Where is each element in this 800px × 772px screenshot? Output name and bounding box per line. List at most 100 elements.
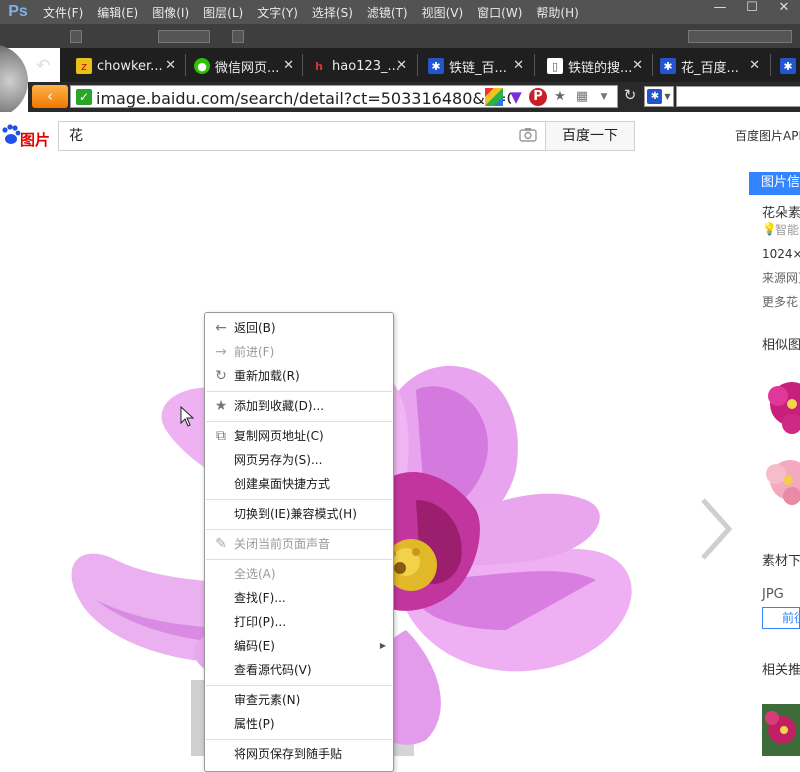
close-icon[interactable]: ✕ bbox=[165, 58, 176, 73]
menu-item-print[interactable]: 打印(P)... bbox=[205, 610, 393, 634]
page-icon: ▯ bbox=[547, 58, 563, 74]
tab-divider bbox=[770, 54, 771, 76]
menu-item-view-source[interactable]: 查看源代码(V) bbox=[205, 658, 393, 682]
camera-icon[interactable] bbox=[519, 127, 539, 143]
close-button[interactable]: ✕ bbox=[768, 0, 800, 18]
close-icon[interactable]: ✕ bbox=[632, 58, 643, 73]
menu-help[interactable]: 帮助(H) bbox=[529, 4, 585, 21]
browser-tab-strip: z chowker... ✕ ● 微信网页... ✕ h hao123_... … bbox=[60, 48, 800, 82]
menu-image[interactable]: 图像(I) bbox=[145, 4, 196, 21]
option-dropdown[interactable] bbox=[158, 30, 210, 43]
close-icon[interactable]: ✕ bbox=[749, 58, 760, 73]
menu-view[interactable]: 视图(V) bbox=[415, 4, 471, 21]
menu-filter[interactable]: 滤镜(T) bbox=[360, 4, 415, 21]
menu-item-save-to-notes[interactable]: 将网页保存到随手贴 bbox=[205, 742, 393, 766]
qr-code-icon[interactable]: ▦ bbox=[573, 88, 591, 106]
menu-item-reload[interactable]: ↻ 重新加载(R) bbox=[205, 364, 393, 388]
source-link[interactable]: 来源网页 bbox=[762, 269, 800, 286]
tab-label: 花_百度... bbox=[681, 60, 739, 76]
menu-item-label: 查看源代码(V) bbox=[234, 663, 312, 677]
menu-window[interactable]: 窗口(W) bbox=[470, 4, 529, 21]
undo-close-tab-icon[interactable]: ↶ bbox=[36, 56, 56, 76]
api-link[interactable]: 百度图片API bbox=[735, 127, 800, 144]
menu-item-label: 全选(A) bbox=[234, 567, 276, 581]
reload-button[interactable]: ↻ bbox=[621, 86, 639, 106]
search-engine-selector[interactable]: ✱ ▼ bbox=[644, 86, 674, 107]
baidu-image-logo[interactable]: 图片 bbox=[0, 120, 56, 150]
search-input[interactable]: 花 bbox=[58, 121, 546, 151]
tab-label: 铁链的搜... bbox=[568, 60, 633, 76]
pinterest-icon[interactable]: P bbox=[529, 88, 547, 106]
related-image-thumbnail[interactable] bbox=[762, 704, 800, 756]
verified-check-icon: ✓ bbox=[76, 88, 92, 105]
similar-image-thumbnail[interactable] bbox=[762, 450, 800, 510]
star-icon[interactable]: ★ bbox=[551, 88, 569, 106]
option-checkbox[interactable] bbox=[232, 30, 244, 43]
menu-item-find[interactable]: 查找(F)... bbox=[205, 586, 393, 610]
menu-item-ie-mode[interactable]: 切换到(IE)兼容模式(H) bbox=[205, 502, 393, 526]
similar-image-thumbnail[interactable] bbox=[762, 374, 800, 436]
tab-tielian-search[interactable]: ▯ 铁链的搜... ✕ bbox=[547, 52, 643, 80]
menu-item-save-as[interactable]: 网页另存为(S)... bbox=[205, 448, 393, 472]
menu-item-label: 前进(F) bbox=[234, 345, 275, 359]
tab-image-info[interactable]: 图片信息 bbox=[749, 172, 800, 194]
maximize-button[interactable]: ☐ bbox=[736, 0, 768, 18]
more-link[interactable]: 更多花 bbox=[762, 293, 798, 310]
menu-item-label: 关闭当前页面声音 bbox=[234, 537, 331, 551]
chevron-down-icon[interactable]: ▼ bbox=[595, 88, 613, 106]
menu-item-label: 网页另存为(S)... bbox=[234, 453, 323, 467]
menu-separator bbox=[206, 499, 392, 500]
browser-search-field[interactable] bbox=[676, 86, 800, 107]
option-checkbox[interactable] bbox=[70, 30, 82, 43]
close-icon[interactable]: ✕ bbox=[283, 58, 294, 73]
tab-chowker[interactable]: z chowker... ✕ bbox=[76, 52, 176, 80]
menu-item-inspect[interactable]: 审查元素(N) bbox=[205, 688, 393, 712]
hao123-icon: h bbox=[315, 59, 323, 73]
url-text[interactable]: image.baidu.com/search/detail?ct=5033164… bbox=[96, 85, 511, 109]
menu-item-create-shortcut[interactable]: 创建桌面快捷方式 bbox=[205, 472, 393, 496]
reload-icon: ↻ bbox=[215, 368, 227, 384]
menu-select[interactable]: 选择(S) bbox=[305, 4, 360, 21]
menu-item-mute-page: ✎ 关闭当前页面声音 bbox=[205, 532, 393, 556]
tab-hua-baidu[interactable]: ✱ 花_百度... ✕ bbox=[660, 52, 760, 80]
triangle-extension-icon[interactable]: ▼ bbox=[507, 88, 525, 106]
search-button[interactable]: 百度一下 bbox=[545, 121, 635, 151]
menu-file[interactable]: 文件(F) bbox=[36, 4, 90, 21]
menu-item-forward: → 前进(F) bbox=[205, 340, 393, 364]
next-image-arrow-icon[interactable] bbox=[697, 496, 735, 562]
minimize-button[interactable]: — bbox=[704, 0, 736, 18]
menu-item-properties[interactable]: 属性(P) bbox=[205, 712, 393, 736]
mute-icon: ✎ bbox=[215, 536, 227, 552]
tab-partial[interactable]: ✱ bbox=[780, 52, 800, 80]
browser-menu-orb[interactable] bbox=[0, 44, 28, 118]
menu-edit[interactable]: 编辑(E) bbox=[90, 4, 145, 21]
tab-wechat[interactable]: ● 微信网页... ✕ bbox=[194, 52, 294, 80]
menu-item-label: 切换到(IE)兼容模式(H) bbox=[234, 507, 357, 521]
format-label: JPG bbox=[762, 587, 784, 602]
tab-hao123[interactable]: h hao123_... ✕ bbox=[311, 52, 407, 80]
menu-item-label: 查找(F)... bbox=[234, 591, 286, 605]
related-heading: 相关推 bbox=[762, 663, 800, 678]
menu-item-encoding[interactable]: 编码(E) ▶ bbox=[205, 634, 393, 658]
tab-tielian-baidu[interactable]: ✱ 铁链_百... ✕ bbox=[428, 52, 524, 80]
menu-item-label: 复制网页地址(C) bbox=[234, 429, 324, 443]
option-dropdown[interactable] bbox=[688, 30, 792, 43]
extension-icon[interactable] bbox=[485, 88, 503, 106]
context-menu: ← 返回(B) → 前进(F) ↻ 重新加载(R) ★ 添加到收藏(D)... … bbox=[204, 312, 394, 772]
menu-item-add-favorite[interactable]: ★ 添加到收藏(D)... bbox=[205, 394, 393, 418]
goto-button[interactable]: 前往 bbox=[762, 607, 800, 629]
back-button[interactable]: ‹ bbox=[32, 85, 68, 108]
image-size: 1024×6 bbox=[762, 247, 800, 261]
wechat-icon: ● bbox=[194, 58, 210, 74]
menu-layer[interactable]: 图层(L) bbox=[196, 4, 250, 21]
close-icon[interactable]: ✕ bbox=[513, 58, 524, 73]
image-title: 花朵素材 bbox=[762, 206, 800, 221]
address-bar[interactable]: ✓ image.baidu.com/search/detail?ct=50331… bbox=[70, 85, 618, 108]
menu-item-copy-url[interactable]: ⧉ 复制网页地址(C) bbox=[205, 424, 393, 448]
menu-item-select-all: 全选(A) bbox=[205, 562, 393, 586]
menu-item-back[interactable]: ← 返回(B) bbox=[205, 316, 393, 340]
smart-label: 智能 bbox=[775, 223, 800, 237]
close-icon[interactable]: ✕ bbox=[396, 58, 407, 73]
menu-separator bbox=[206, 559, 392, 560]
menu-type[interactable]: 文字(Y) bbox=[250, 4, 305, 21]
